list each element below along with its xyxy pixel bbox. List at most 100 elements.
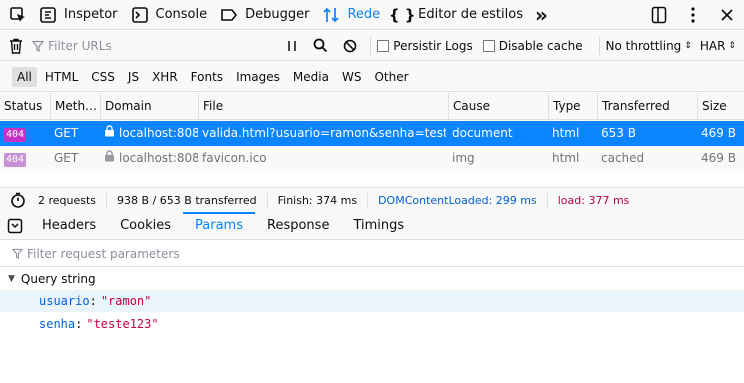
request-type: html [552,151,580,165]
summary-requests: 2 requests [38,193,97,207]
summary-transferred: 938 B / 653 B transferred [106,192,267,208]
column-type[interactable]: Type [548,93,597,120]
param-row[interactable]: senha: "teste123" [0,313,744,335]
filter-params-placeholder: Filter request parameters [27,246,180,261]
tab-timings[interactable]: Timings [341,212,416,239]
close-icon[interactable] [710,0,744,30]
column-size[interactable]: Size [697,93,744,120]
chevron-down-icon: ▼ [8,274,15,284]
har-label: HAR [699,38,726,53]
disable-cache-checkbox[interactable]: Disable cache [482,38,583,53]
block-button[interactable] [336,31,364,61]
filter-icon [32,40,45,52]
param-row[interactable]: usuario: "ramon" [0,290,744,312]
chevron-double-right-icon: » [534,2,548,27]
throttling-select[interactable]: No throttling ⇕ [606,39,692,53]
toolbar-right [642,0,744,30]
tab-style-editor[interactable]: { } Editor de estilos [386,0,529,30]
type-filter-media[interactable]: Media [288,67,334,87]
type-filter-fonts[interactable]: Fonts [186,67,228,87]
tab-label: Rede [347,7,381,22]
panel-toggle-icon [7,218,23,233]
query-string-section[interactable]: ▼ Query string [0,268,744,290]
type-filter-all[interactable]: All [12,66,37,87]
checkbox-label: Disable cache [498,38,583,53]
type-filter-ws[interactable]: WS [337,67,366,87]
column-method[interactable]: Meth… [50,93,100,120]
param-key: senha [39,317,76,331]
param-value: "teste123" [86,317,159,331]
request-method: GET [54,151,79,165]
checkbox-box[interactable] [377,39,390,52]
lock-icon [104,121,115,146]
filter-icon [12,248,23,259]
request-row[interactable]: 404 GET localhost:8080 valida.html?usuar… [0,121,744,146]
type-filter-other[interactable]: Other [369,67,413,87]
summary-domcontentloaded: DOMContentLoaded: 299 ms [367,192,547,208]
request-cause: img [452,151,475,165]
request-row[interactable]: 404 GET localhost:8080 favicon.ico img h… [0,146,744,171]
param-colon: : [75,317,83,331]
request-file: favicon.ico [202,151,267,165]
tab-headers[interactable]: Headers [30,212,108,239]
divider [598,36,600,55]
toggle-sidebar-button[interactable] [0,212,30,239]
tab-inspector[interactable]: Inspetor [32,0,124,30]
lock-icon [104,146,115,171]
chevron-updown-icon: ⇕ [684,40,692,51]
request-size: 469 B [701,126,736,140]
column-domain[interactable]: Domain [100,93,198,120]
type-filter-images[interactable]: Images [231,67,285,87]
column-status[interactable]: Status [0,93,50,120]
tab-network[interactable]: Rede [315,0,386,30]
type-filter-js[interactable]: JS [123,67,144,87]
debugger-icon [219,5,239,25]
tab-label: Debugger [245,7,310,22]
block-icon [343,39,357,52]
column-transferred[interactable]: Transferred [597,93,697,120]
request-transferred: cached [601,151,645,165]
clear-log-button[interactable] [0,31,32,61]
request-type: html [552,126,580,140]
persist-logs-checkbox[interactable]: Persistir Logs [377,38,473,53]
request-domain: localhost:8080 [119,126,198,140]
tab-params[interactable]: Params [183,212,255,239]
pause-icon [287,40,296,51]
network-icon [321,5,341,25]
column-file[interactable]: File [198,93,448,120]
tab-debugger[interactable]: Debugger [213,0,315,30]
type-filter-xhr[interactable]: XHR [147,67,183,87]
tab-cookies[interactable]: Cookies [108,212,183,239]
throttling-value: No throttling [605,38,682,53]
performance-analysis-button[interactable] [0,192,34,208]
checkbox-label: Persistir Logs [393,38,473,53]
pick-element-button[interactable] [0,0,32,30]
filter-params-input[interactable]: Filter request parameters [0,241,744,267]
search-icon [314,38,328,53]
tab-response[interactable]: Response [255,212,341,239]
chevron-updown-icon: ⇕ [728,40,736,51]
type-filter-css[interactable]: CSS [86,67,120,87]
checkbox-box[interactable] [482,39,495,52]
request-detail-tabs: Headers Cookies Params Response Timings [0,212,744,240]
request-transferred: 653 B [601,126,636,140]
request-table-header: Status Meth… Domain File Cause Type Tran… [0,93,744,120]
tab-label: Editor de estilos [418,7,523,22]
tab-console[interactable]: Console [124,0,214,30]
status-badge: 404 [4,128,27,142]
divider [370,36,372,55]
options-menu-icon[interactable] [676,0,710,30]
har-menu[interactable]: HAR ⇕ [700,39,736,53]
summary-load: load: 377 ms [546,192,640,208]
type-filter-html[interactable]: HTML [40,67,83,87]
pause-button[interactable] [278,31,306,61]
search-button[interactable] [306,31,336,61]
tab-label: Inspetor [64,7,118,22]
dock-side-icon[interactable] [642,0,676,30]
network-summary-bar: 2 requests 938 B / 653 B transferred Fin… [0,187,744,212]
filter-urls-input[interactable]: Filter URLs [32,34,277,58]
request-method: GET [54,126,79,140]
summary-finish: Finish: 374 ms [266,192,367,208]
column-cause[interactable]: Cause [448,93,548,120]
more-tools-button[interactable]: » [529,0,554,30]
